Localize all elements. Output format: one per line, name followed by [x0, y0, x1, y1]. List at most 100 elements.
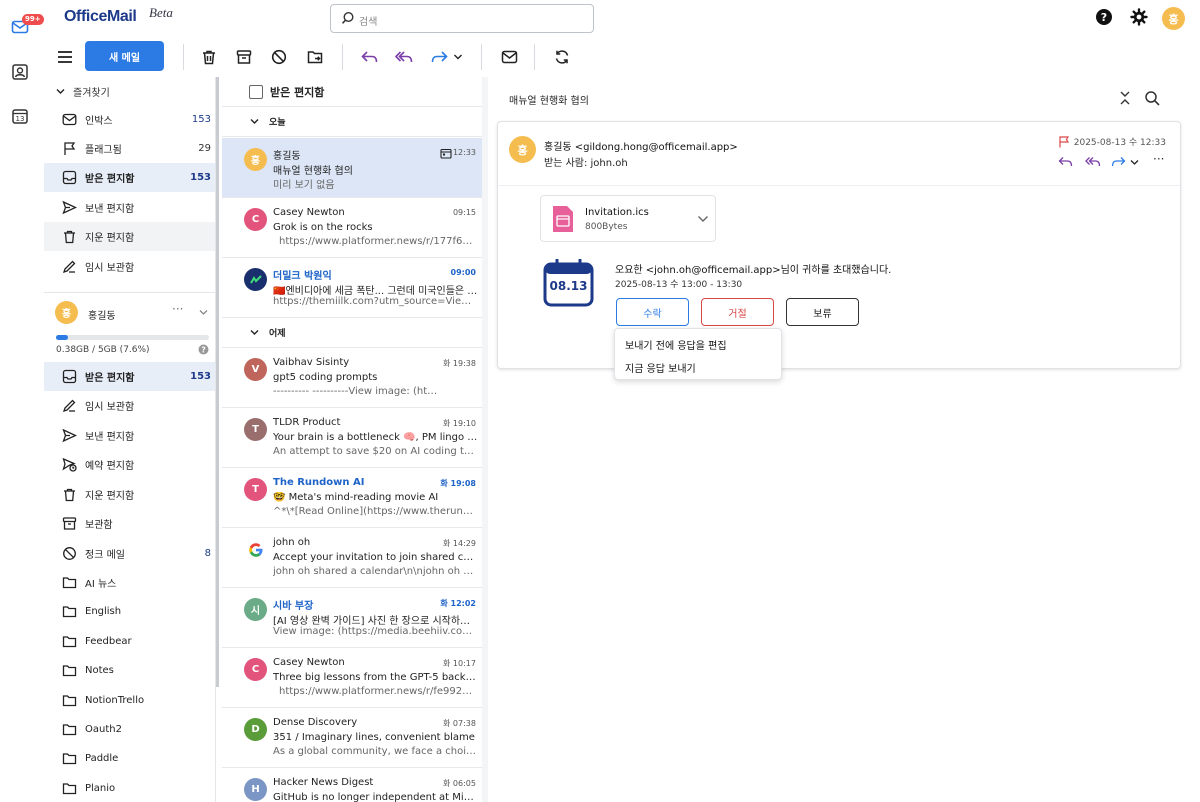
- reply-all-icon[interactable]: [393, 46, 415, 68]
- account-row[interactable]: 홍 홍길동 ···: [44, 299, 215, 329]
- fav-flagged[interactable]: 플래그됨 29: [44, 134, 215, 163]
- storage-help-icon[interactable]: ?: [198, 344, 209, 355]
- forward-icon[interactable]: [1111, 156, 1126, 168]
- nav-label: 지운 편지함: [85, 491, 135, 502]
- mail-subject: Your brain is a bottleneck 🧠, PM lingo 💬…: [273, 432, 478, 443]
- folder-junk[interactable]: 정크 메일 8: [44, 539, 215, 568]
- folder-sent[interactable]: 보낸 편지함: [44, 421, 215, 450]
- refresh-icon[interactable]: [551, 46, 573, 68]
- list-scrollbar[interactable]: [482, 77, 488, 802]
- menu-item-send-now[interactable]: 지금 응답 보내기: [625, 360, 696, 375]
- folder-scheduled[interactable]: 예약 편지함: [44, 450, 215, 479]
- new-mail-button[interactable]: 새 메일: [85, 41, 164, 71]
- mail-preview: john oh shared a calendar\n\njohn oh <jo…: [273, 566, 478, 577]
- chevron-down-icon[interactable]: [697, 215, 709, 223]
- nav-label: Oauth2: [85, 724, 122, 735]
- block-icon[interactable]: [268, 46, 290, 68]
- folder-icon: [62, 604, 77, 619]
- folder-english[interactable]: English: [44, 597, 215, 626]
- app-rail: 99+ 13: [0, 0, 44, 802]
- accept-button[interactable]: 수락: [616, 298, 689, 326]
- list-item[interactable]: 더밀크 박원익 09:00 🇨🇳엔비디아에 세금 폭탄... 그런데 미국인들은…: [222, 258, 482, 318]
- user-avatar[interactable]: 홍: [1162, 7, 1185, 30]
- list-item[interactable]: V Vaibhav Sisinty 화 19:38 gpt5 coding pr…: [222, 348, 482, 408]
- nav-count: 153: [191, 114, 211, 125]
- menu-icon[interactable]: [54, 46, 76, 68]
- nav-label: NotionTrello: [85, 695, 145, 706]
- flag-icon[interactable]: [1058, 135, 1070, 148]
- list-item[interactable]: T The Rundown AI 화 19:08 🤓 Meta's mind-r…: [222, 468, 482, 528]
- contacts-icon[interactable]: [11, 63, 29, 81]
- decline-button[interactable]: 거절: [701, 298, 774, 326]
- message-recipients: 받는 사람: john.oh: [544, 158, 628, 169]
- sender-avatar: 시: [244, 598, 267, 621]
- nav-label: 지운 편지함: [85, 233, 135, 244]
- help-icon[interactable]: ?: [1095, 8, 1113, 26]
- account-more-icon[interactable]: ···: [172, 302, 183, 316]
- folder-drafts[interactable]: 임시 보관함: [44, 391, 215, 420]
- forward-chevron-down-icon[interactable]: [447, 46, 469, 68]
- collapse-icon[interactable]: [1119, 90, 1131, 106]
- fav-inbox[interactable]: 인박스 153: [44, 105, 215, 134]
- message-sender[interactable]: 홍길동 <gildong.hong@officemail.app>: [544, 138, 738, 153]
- sidebar-scrollbar[interactable]: [216, 77, 219, 687]
- list-item[interactable]: john oh 화 14:29 Accept your invitation t…: [222, 528, 482, 588]
- forward-chevron-down-icon[interactable]: [1130, 159, 1139, 166]
- delete-icon[interactable]: [198, 46, 220, 68]
- svg-text:?: ?: [1101, 11, 1107, 24]
- reply-all-icon[interactable]: [1085, 156, 1101, 168]
- folder-icon: [62, 751, 77, 766]
- list-item[interactable]: 홍 홍길동 12:33 매뉴얼 현행화 협의 미리 보기 없음: [222, 138, 482, 198]
- settings-icon[interactable]: [1130, 8, 1148, 26]
- reply-icon[interactable]: [1058, 156, 1073, 168]
- move-to-folder-icon[interactable]: [304, 46, 326, 68]
- folder-archive[interactable]: 보관함: [44, 509, 215, 538]
- folder-inbox[interactable]: 받은 편지함 153: [44, 362, 215, 391]
- list-item[interactable]: T TLDR Product 화 19:10 Your brain is a b…: [222, 408, 482, 468]
- mail-from: The Rundown AI: [273, 477, 365, 488]
- folder-oauth2[interactable]: Oauth2: [44, 715, 215, 744]
- attachment-card[interactable]: Invitation.ics 800Bytes: [540, 195, 716, 242]
- fav-sent[interactable]: 보낸 편지함: [44, 193, 215, 222]
- reply-icon[interactable]: [358, 46, 380, 68]
- tentative-button[interactable]: 보류: [786, 298, 859, 326]
- list-item[interactable]: C Casey Newton 09:15 Grok is on the rock…: [222, 198, 482, 258]
- list-item[interactable]: 시 시바 부장 화 12:02 [AI 영상 완벽 가이드] 사진 한 장으로 …: [222, 588, 482, 648]
- attachment-size: 800Bytes: [585, 222, 628, 232]
- nav-label: 예약 편지함: [85, 461, 135, 472]
- folder-planio[interactable]: Planio: [44, 774, 215, 802]
- mail-time: 화 12:02: [440, 599, 476, 608]
- more-actions-icon[interactable]: ···: [1153, 152, 1164, 166]
- folder-deleted[interactable]: 지운 편지함: [44, 480, 215, 509]
- fav-deleted[interactable]: 지운 편지함: [44, 222, 215, 251]
- folder-paddle[interactable]: Paddle: [44, 744, 215, 773]
- mail-from: Casey Newton: [273, 207, 345, 218]
- mail-time: 09:15: [452, 208, 476, 217]
- account-chevron-down-icon[interactable]: [199, 309, 208, 316]
- group-today[interactable]: 오늘: [222, 107, 482, 137]
- search-input[interactable]: 검색: [330, 4, 594, 33]
- select-all-checkbox[interactable]: [249, 85, 263, 99]
- fav-received[interactable]: 받은 편지함 153: [44, 163, 215, 192]
- folder-notiontrello[interactable]: NotionTrello: [44, 686, 215, 715]
- folder-icon: [62, 575, 77, 590]
- folder-notes[interactable]: Notes: [44, 656, 215, 685]
- list-item[interactable]: D Dense Discovery 화 07:38 351 / Imaginar…: [222, 708, 482, 768]
- mark-read-icon[interactable]: [498, 46, 520, 68]
- list-item[interactable]: H Hacker News Digest 화 06:05 GitHub is n…: [222, 768, 482, 802]
- group-yesterday[interactable]: 어제: [222, 318, 482, 348]
- list-item[interactable]: C Casey Newton 화 10:17 Three big lessons…: [222, 648, 482, 708]
- favorites-header[interactable]: 즐겨찾기: [44, 77, 215, 105]
- calendar-icon[interactable]: 13: [11, 107, 29, 125]
- toolbar: 새 메일: [40, 38, 1200, 76]
- fav-drafts[interactable]: 임시 보관함: [44, 252, 215, 281]
- google-logo-icon: [244, 538, 267, 561]
- folder-ai-news[interactable]: AI 뉴스: [44, 568, 215, 597]
- menu-item-edit-response[interactable]: 보내기 전에 응답을 편집: [625, 337, 727, 352]
- folder-feedbear[interactable]: Feedbear: [44, 627, 215, 656]
- mail-subject: gpt5 coding prompts: [273, 372, 378, 383]
- calendar-date-icon: 08.13: [543, 258, 594, 307]
- find-in-message-icon[interactable]: [1144, 90, 1161, 107]
- archive-icon[interactable]: [233, 46, 255, 68]
- nav-count: 153: [190, 371, 211, 382]
